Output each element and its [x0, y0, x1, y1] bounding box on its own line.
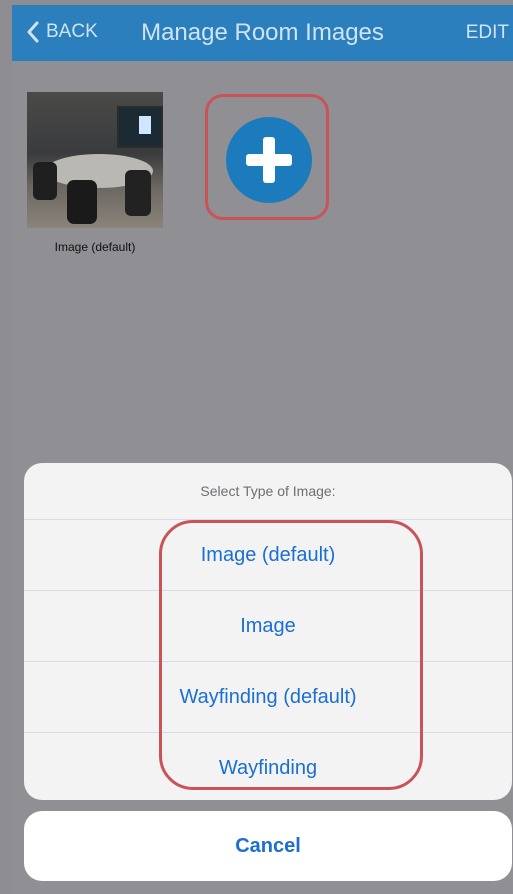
- option-wayfinding-default[interactable]: Wayfinding (default): [24, 662, 512, 733]
- thumbnail-label: Image (default): [54, 240, 136, 254]
- navigation-bar: BACK Manage Room Images EDIT: [12, 5, 513, 61]
- option-image-default[interactable]: Image (default): [24, 520, 512, 591]
- option-wayfinding[interactable]: Wayfinding: [24, 733, 512, 800]
- add-image-highlight: [205, 94, 329, 220]
- action-sheet: Select Type of Image: Image (default) Im…: [24, 463, 512, 800]
- edit-button[interactable]: EDIT: [466, 22, 509, 44]
- add-image-button[interactable]: [226, 117, 312, 203]
- cancel-button[interactable]: Cancel: [24, 811, 512, 881]
- action-sheet-title: Select Type of Image:: [24, 463, 512, 520]
- room-image-thumbnail[interactable]: [27, 92, 163, 228]
- display-screen: [117, 106, 163, 148]
- chair: [125, 170, 151, 216]
- chair: [67, 180, 97, 224]
- chair: [33, 162, 57, 200]
- page-title: Manage Room Images: [141, 19, 384, 46]
- option-image[interactable]: Image: [24, 591, 512, 662]
